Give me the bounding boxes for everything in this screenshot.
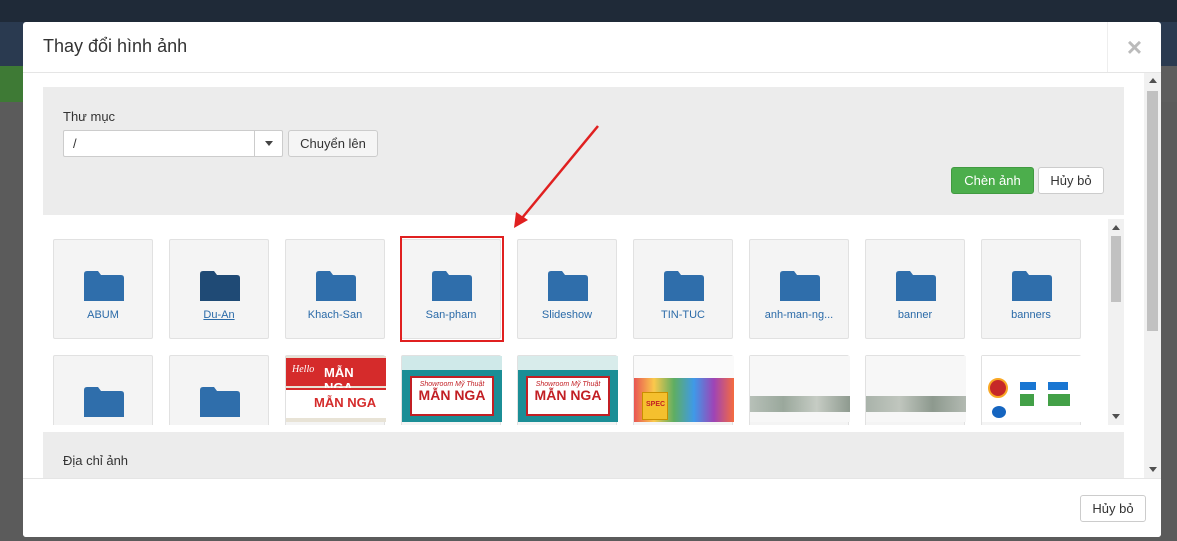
- annotation-arrow: [514, 125, 599, 228]
